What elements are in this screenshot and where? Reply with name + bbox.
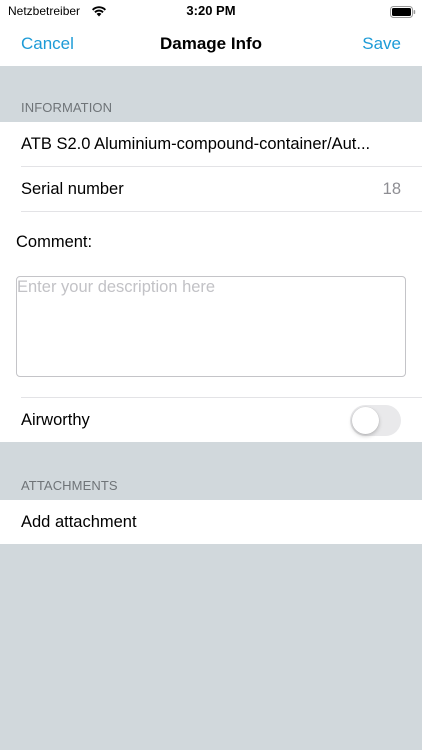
clock: 3:20 PM — [186, 3, 236, 18]
add-attachment-button[interactable]: Add attachment — [0, 500, 422, 544]
navigation-bar: Cancel Damage Info Save — [0, 22, 422, 66]
airworthy-toggle[interactable] — [350, 405, 401, 436]
information-section-header: INFORMATION — [21, 100, 113, 115]
airworthy-row: Airworthy — [0, 398, 422, 442]
divider — [21, 211, 422, 212]
save-button[interactable]: Save — [362, 34, 401, 54]
page-title: Damage Info — [159, 34, 263, 53]
serial-number-value: 18 — [382, 180, 401, 198]
serial-number-label: Serial number — [21, 180, 124, 198]
serial-number-row: Serial number 18 — [0, 167, 422, 211]
item-name: ATB S2.0 Aluminium-compound-container/Au… — [21, 135, 371, 153]
battery-icon — [390, 5, 416, 18]
attachments-section-header: ATTACHMENTS — [21, 478, 118, 493]
comment-placeholder: Enter your description here — [17, 278, 216, 296]
toggle-knob — [352, 407, 379, 434]
airworthy-label: Airworthy — [21, 411, 90, 429]
damage-info-screen: Netzbetreiber 3:20 PM Cancel Damage Info… — [0, 0, 422, 750]
item-name-row[interactable]: ATB S2.0 Aluminium-compound-container/Au… — [0, 122, 422, 166]
add-attachment-label: Add attachment — [21, 513, 137, 531]
status-bar: Netzbetreiber 3:20 PM — [0, 0, 422, 22]
comment-textarea[interactable]: Enter your description here — [16, 276, 406, 377]
attachments-group: Add attachment — [0, 500, 422, 544]
comment-label: Comment: — [16, 233, 93, 251]
information-group: ATB S2.0 Aluminium-compound-container/Au… — [0, 122, 422, 442]
